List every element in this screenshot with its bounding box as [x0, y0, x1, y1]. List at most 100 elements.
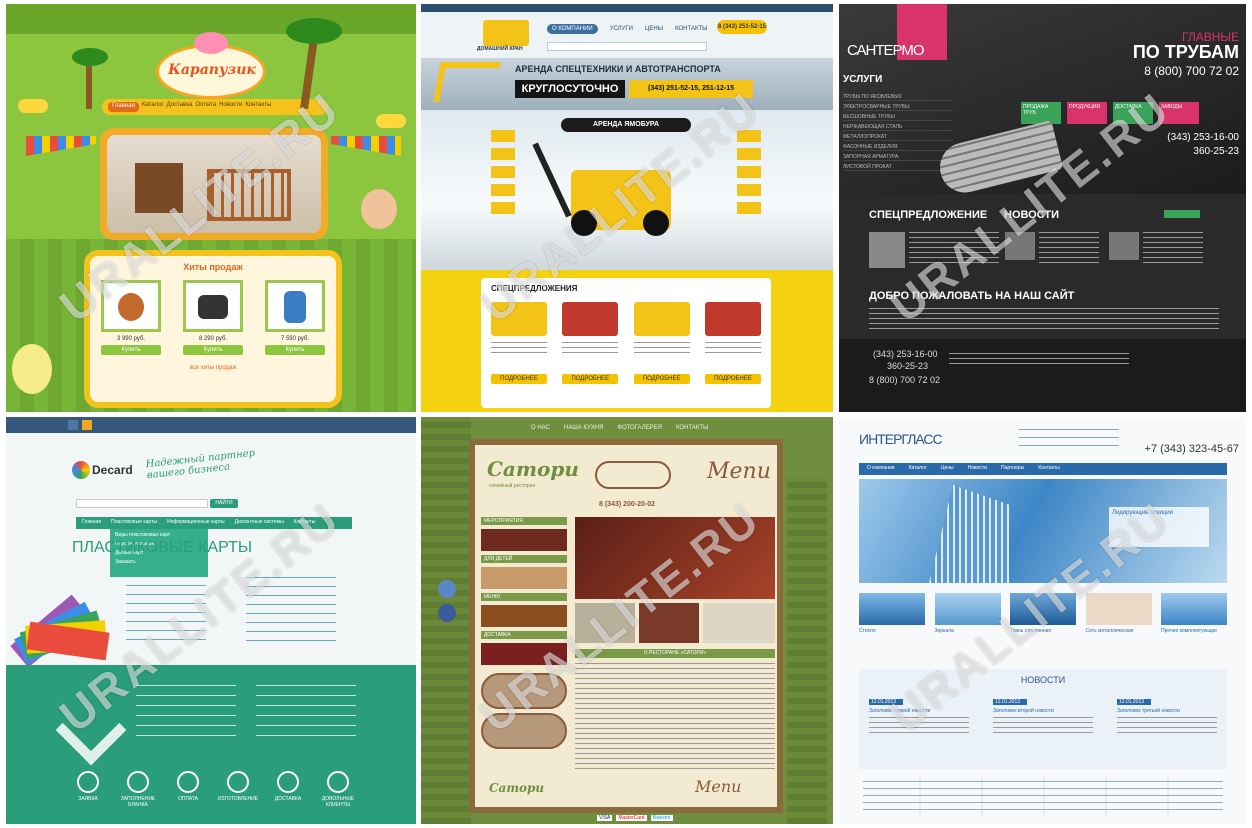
gallery-photo[interactable] — [639, 603, 699, 643]
logo-text[interactable]: Decard — [92, 463, 133, 477]
product-card[interactable]: 7 590 руб. Купить — [265, 280, 325, 355]
nav-item[interactable]: О КОМПАНИИ — [547, 24, 598, 34]
news-item[interactable]: 12.01.2013 Заголовок первой новости — [869, 699, 969, 737]
product-card[interactable]: Сеть металлическая — [1085, 593, 1152, 634]
product-card[interactable]: Прочие комплектующие — [1161, 593, 1227, 634]
nav-item[interactable]: Оплата — [195, 102, 216, 112]
special-image[interactable] — [869, 232, 905, 268]
offer-card[interactable]: ПОДРОБНЕЕ — [562, 302, 619, 384]
product-card[interactable]: Ткань стеклянная — [1010, 593, 1076, 634]
service-item[interactable]: МЕТАЛЛОПРОКАТ — [843, 134, 953, 141]
promo-oval[interactable] — [481, 713, 567, 749]
category-tile[interactable]: ЗАВОДЫ — [1159, 102, 1199, 124]
buy-button[interactable]: Купить — [101, 345, 161, 355]
nav-item[interactable]: УСЛУГИ — [610, 24, 633, 34]
footer-links[interactable] — [949, 353, 1129, 367]
nav-item[interactable]: Дисконтные системы — [235, 519, 284, 527]
vehicle-thumbnails-left[interactable] — [491, 130, 515, 240]
preview-plastic-cards[interactable]: Decard Надежный партнер вашего бизнеса Н… — [6, 417, 416, 824]
footer-phone-b[interactable]: 360-25-23 — [887, 361, 928, 371]
service-item[interactable]: ЛИСТОВОЙ ПРОКАТ — [843, 164, 953, 171]
logo-text[interactable]: Сатори — [487, 457, 579, 481]
social-icon[interactable] — [438, 604, 456, 622]
service-item[interactable]: ТРУБЫ ПО ЯКОВЛЕВЫХ — [843, 94, 953, 101]
sidebar-item[interactable]: ДОСТАВКА — [481, 631, 567, 639]
offer-button[interactable]: ПОДРОБНЕЕ — [491, 374, 547, 384]
dropdown-item[interactable]: Виды пластиковых карт — [115, 532, 203, 538]
footer-menu-script[interactable]: Menu — [695, 777, 741, 796]
banner-phone[interactable]: (343) 251-52-15, 251-12-15 — [629, 80, 753, 98]
promo-oval[interactable] — [481, 673, 567, 709]
news-image[interactable] — [1109, 232, 1139, 260]
search-button[interactable]: НАЙТИ — [210, 499, 238, 508]
offer-button[interactable]: ПОДРОБНЕЕ — [633, 374, 690, 384]
service-item[interactable]: ЭЛЕКТРОСВАРНЫЕ ТРУБЫ — [843, 104, 953, 111]
nav-item[interactable]: НАША КУХНЯ — [564, 425, 604, 431]
phone[interactable]: 8 (800) 700 72 02 — [1119, 64, 1239, 78]
service-item[interactable]: ЗАПОРНАЯ АРМАТУРА — [843, 154, 953, 161]
dropdown-item[interactable]: Заказать — [115, 559, 203, 565]
phone2a[interactable]: (343) 253-16-00 — [1139, 132, 1239, 143]
footer-phone-c[interactable]: 8 (800) 700 72 02 — [869, 375, 940, 385]
sidebar-item[interactable]: ДЛЯ ДЕТЕЙ — [481, 555, 567, 563]
buy-button[interactable]: Купить — [265, 345, 325, 355]
vk-icon[interactable] — [68, 420, 78, 430]
news-item[interactable]: 12.01.2013 Заголовок второй новости — [993, 699, 1093, 737]
hero-photo[interactable] — [575, 517, 775, 599]
offer-card[interactable]: ПОДРОБНЕЕ — [704, 302, 761, 384]
product-card[interactable]: Зеркала — [934, 593, 1001, 634]
nav-item[interactable]: Контакты — [1038, 465, 1060, 473]
feature-list-right[interactable] — [246, 577, 336, 641]
menu-script[interactable]: Menu — [707, 459, 771, 484]
category-tile[interactable]: ДОСТАВКА — [1113, 102, 1153, 124]
nav-item[interactable]: КОНТАКТЫ — [675, 24, 707, 34]
nav-item[interactable]: ФОТОГАЛЕРЕЯ — [617, 425, 662, 431]
offer-card[interactable]: ПОДРОБНЕЕ — [633, 302, 690, 384]
all-hits-link[interactable]: все хиты продаж — [90, 365, 336, 371]
nav-item[interactable]: Новости — [219, 102, 242, 112]
links-col-1[interactable] — [136, 685, 236, 745]
phone2b[interactable]: 360-25-23 — [1139, 146, 1239, 157]
service-item[interactable]: БЕСШОВНЫЕ ТРУБЫ — [843, 114, 953, 121]
sidebar-item[interactable]: МЕРОПРИЯТИЯ — [481, 517, 567, 525]
preview-glass-company[interactable]: ИНТЕРГЛАСС +7 (343) 323-45-67 О компании… — [839, 417, 1246, 824]
category-tile[interactable]: ПРОДУКЦИЯ — [1067, 102, 1107, 124]
offer-card[interactable]: ПОДРОБНЕЕ — [491, 302, 547, 384]
product-card[interactable]: Стекло — [859, 593, 925, 634]
phone-badge[interactable]: 8 (343) 251-52-15 — [717, 20, 767, 34]
nav-item[interactable]: Цены — [941, 465, 954, 473]
service-item[interactable]: НЕРЖАВЕЮЩАЯ СТАЛЬ — [843, 124, 953, 131]
logo-text[interactable]: САНТЕРМО — [847, 42, 925, 59]
nav-item[interactable]: Каталог — [142, 102, 164, 112]
news-item[interactable]: 12.01.2013 Заголовок третьей новости — [1117, 699, 1217, 737]
feature-list-left[interactable] — [126, 585, 206, 641]
preview-restaurant[interactable]: О НАС НАША КУХНЯ ФОТОГАЛЕРЕЯ КОНТАКТЫ Са… — [421, 417, 833, 824]
product-card[interactable]: 3 990 руб. Купить — [101, 280, 161, 355]
footer-logo[interactable]: Сатори — [489, 781, 544, 795]
logo-excavator-icon[interactable] — [483, 20, 529, 46]
sidebar-item[interactable]: МЕНЮ — [481, 593, 567, 601]
nav-item[interactable]: ЦЕНЫ — [645, 24, 663, 34]
top-links[interactable] — [1019, 429, 1119, 453]
nav-item[interactable]: Главная — [108, 102, 139, 112]
phone[interactable]: 8 (343) 200-20-02 — [599, 501, 655, 508]
category-tile[interactable]: ПРОДАЖА ТРУБ — [1021, 102, 1061, 124]
preview-kids-store[interactable]: Карапузик Главная Каталог Доставка Оплат… — [6, 4, 416, 412]
product-card[interactable]: 8 290 руб. Купить — [183, 280, 243, 355]
nav-item[interactable]: Контакты — [245, 102, 271, 112]
vehicle-thumbnails-right[interactable] — [737, 130, 761, 240]
offer-button[interactable]: ПОДРОБНЕЕ — [562, 374, 619, 384]
preview-machinery-rental[interactable]: ДОМАШНИЙ КРАН О КОМПАНИИ УСЛУГИ ЦЕНЫ КОН… — [421, 4, 833, 412]
nav-item[interactable]: О НАС — [531, 425, 550, 431]
nav-item[interactable]: КОНТАКТЫ — [676, 425, 708, 431]
logo-text[interactable]: ИНТЕРГЛАСС — [859, 431, 943, 447]
nav-item[interactable]: Контакты — [294, 519, 316, 527]
links-col-2[interactable] — [256, 685, 356, 745]
preview-pipes-supplier[interactable]: САНТЕРМО ГЛАВНЫЕ ПО ТРУБАМ 8 (800) 700 7… — [839, 4, 1246, 412]
nav-item[interactable]: Партнеры — [1001, 465, 1024, 473]
buy-button[interactable]: Купить — [183, 345, 243, 355]
nav-item[interactable]: Каталог — [909, 465, 927, 473]
footer-phone-a[interactable]: (343) 253-16-00 — [873, 349, 938, 359]
nav-item[interactable]: Информационные карты — [167, 519, 225, 527]
hero-banner[interactable]: Лидирующие позиции — [859, 479, 1227, 583]
